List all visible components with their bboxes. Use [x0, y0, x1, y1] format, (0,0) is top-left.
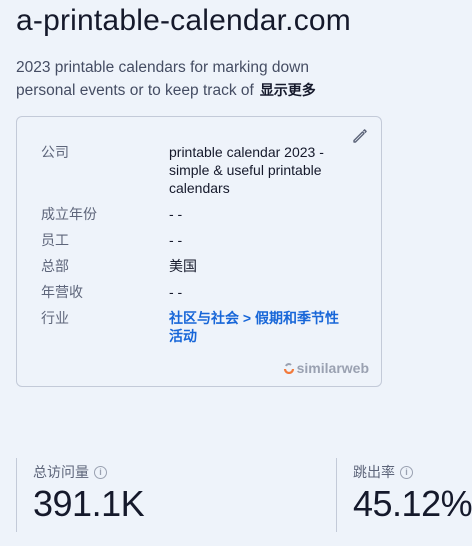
info-icon[interactable]: i: [94, 465, 107, 479]
employees-label: 员工: [41, 232, 69, 248]
bounce-rate-label-text: 跳出率: [353, 464, 395, 480]
founded-value: - -: [169, 206, 183, 222]
info-icon[interactable]: i: [400, 465, 413, 479]
bounce-rate-value: 45.12%: [353, 483, 472, 524]
total-visits-label-text: 总访问量: [33, 464, 89, 480]
headquarters-value: 美国: [169, 258, 197, 274]
similarweb-logo: similarweb: [283, 360, 369, 376]
site-description: 2023 printable calendars for marking dow…: [16, 56, 346, 102]
founded-label: 成立年份: [41, 206, 97, 222]
show-more-link[interactable]: 显示更多: [260, 82, 316, 98]
industry-label: 行业: [41, 310, 69, 326]
company-info-card: 公司 printable calendar 2023 - simple & us…: [16, 116, 382, 387]
bounce-rate-stat: 跳出率 i 45.12%: [336, 458, 472, 532]
company-value: printable calendar 2023 - simple & usefu…: [169, 144, 324, 196]
site-title: a-printable-calendar.com: [16, 4, 351, 37]
revenue-value: - -: [169, 284, 183, 300]
brand-text: similarweb: [296, 360, 369, 376]
total-visits-stat: 总访问量 i 391.1K: [16, 458, 337, 532]
pencil-icon[interactable]: [351, 127, 369, 145]
total-visits-value: 391.1K: [33, 483, 145, 524]
bounce-rate-label: 跳出率 i: [353, 462, 413, 482]
employees-value: - -: [169, 232, 183, 248]
industry-link[interactable]: 社区与社会 > 假期和季节性活动: [169, 309, 345, 345]
revenue-label: 年营收: [41, 284, 83, 300]
company-label: 公司: [41, 144, 69, 160]
total-visits-label: 总访问量 i: [33, 462, 107, 482]
headquarters-label: 总部: [41, 258, 69, 274]
similarweb-icon: [283, 363, 294, 374]
